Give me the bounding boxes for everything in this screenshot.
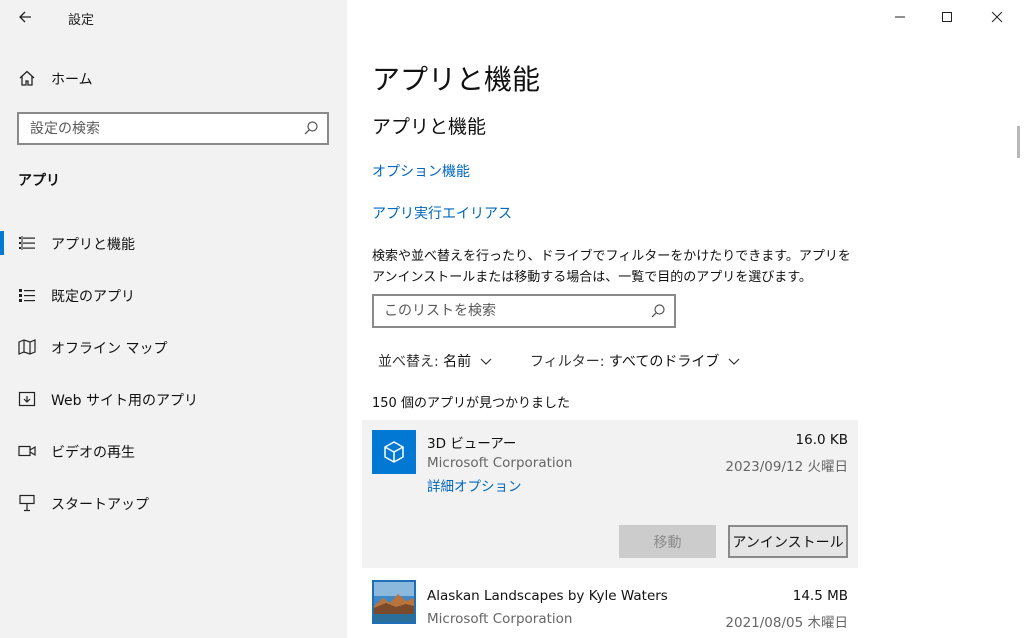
video-playback-icon xyxy=(18,445,36,457)
sidebar-item-startup[interactable]: スタートアップ xyxy=(0,485,347,521)
sidebar-item-label: Web サイト用のアプリ xyxy=(51,393,198,409)
app-size: 14.5 MB xyxy=(792,588,848,604)
app-name: Alaskan Landscapes by Kyle Waters xyxy=(427,588,668,604)
advanced-options-link[interactable]: 詳細オプション xyxy=(427,475,522,495)
sidebar-item-label: スタートアップ xyxy=(51,497,149,513)
chevron-down-icon xyxy=(480,358,492,365)
move-button: 移動 xyxy=(619,525,716,558)
scrollbar[interactable] xyxy=(1017,126,1020,158)
description-text: 検索や並べ替えを行ったり、ドライブでフィルターをかけたりできます。アプリをアンイ… xyxy=(372,249,851,285)
sidebar-item-video-playback[interactable]: ビデオの再生 xyxy=(0,433,347,469)
app-list-item[interactable]: 3D ビューアー Microsoft Corporation 16.0 KB 2… xyxy=(362,420,858,568)
3d-viewer-app-icon xyxy=(372,430,416,474)
app-count: 150 個のアプリが見つかりました xyxy=(372,396,570,411)
close-icon xyxy=(991,11,1003,23)
sidebar-item-offline-maps[interactable]: オフライン マップ xyxy=(0,329,347,365)
minimize-icon xyxy=(895,16,905,18)
sidebar-item-apps-features[interactable]: アプリと機能 xyxy=(0,225,347,261)
app-install-date: 2021/08/05 木曜日 xyxy=(725,615,848,631)
apps-for-websites-icon xyxy=(18,391,36,407)
startup-icon xyxy=(19,494,35,512)
settings-search-input[interactable] xyxy=(19,114,289,143)
settings-search xyxy=(17,112,329,145)
cube-icon xyxy=(384,441,404,463)
title-bar: 設定 xyxy=(0,0,347,34)
back-button[interactable] xyxy=(10,4,40,30)
maximize-button[interactable] xyxy=(924,0,970,34)
page-title: アプリと機能 xyxy=(372,63,541,96)
app-install-date: 2023/09/12 火曜日 xyxy=(725,459,848,475)
uninstall-button[interactable]: アンインストール xyxy=(728,525,848,558)
back-arrow-icon xyxy=(19,11,31,23)
sort-dropdown[interactable]: 並べ替え: 名前 xyxy=(378,351,493,371)
maximize-icon xyxy=(942,12,952,22)
sidebar-item-default-apps[interactable]: 既定のアプリ xyxy=(0,277,347,313)
app-name: 3D ビューアー xyxy=(427,436,517,452)
offline-maps-icon xyxy=(18,339,36,355)
app-execution-alias-link[interactable]: アプリ実行エイリアス xyxy=(372,203,512,223)
app-publisher: Microsoft Corporation xyxy=(427,611,573,627)
close-button[interactable] xyxy=(974,0,1020,34)
home-label: ホーム xyxy=(51,72,93,88)
app-publisher: Microsoft Corporation xyxy=(427,455,573,471)
chevron-down-icon xyxy=(728,358,740,365)
default-apps-icon xyxy=(19,289,35,302)
sort-key: 並べ替え: xyxy=(378,354,439,370)
selection-indicator xyxy=(0,231,4,255)
app-list-item[interactable]: Alaskan Landscapes by Kyle Waters Micros… xyxy=(362,576,858,638)
app-list-search xyxy=(372,294,676,328)
filter-value: すべてのドライブ xyxy=(608,354,720,370)
home-icon xyxy=(19,70,35,86)
apps-features-icon xyxy=(19,236,35,250)
landscape-app-icon xyxy=(372,580,416,624)
sidebar-item-apps-for-websites[interactable]: Web サイト用のアプリ xyxy=(0,381,347,417)
app-size: 16.0 KB xyxy=(795,432,848,448)
window-title: 設定 xyxy=(68,13,95,28)
sidebar-item-label: オフライン マップ xyxy=(51,341,168,357)
sidebar-item-label: アプリと機能 xyxy=(51,237,135,253)
landscape-thumbnail xyxy=(372,580,416,624)
sidebar-item-label: 既定のアプリ xyxy=(51,289,135,305)
app-list-search-input[interactable] xyxy=(374,296,636,326)
filter-dropdown[interactable]: フィルター: すべてのドライブ xyxy=(530,351,741,371)
minimize-button[interactable] xyxy=(877,0,923,34)
sidebar: 設定 ホーム アプリ アプリと機能 既定のアプリ オフライン マップ Web サ… xyxy=(0,0,347,638)
filter-key: フィルター: xyxy=(530,354,605,370)
search-icon[interactable] xyxy=(303,120,319,136)
main-pane: アプリと機能 アプリと機能 オプション機能 アプリ実行エイリアス 検索や並べ替え… xyxy=(347,0,1024,638)
sort-value: 名前 xyxy=(443,354,472,370)
sidebar-item-label: ビデオの再生 xyxy=(51,445,135,461)
optional-features-link[interactable]: オプション機能 xyxy=(372,161,470,181)
section-heading: アプリ xyxy=(18,173,60,189)
search-icon[interactable] xyxy=(650,303,666,319)
section-title: アプリと機能 xyxy=(372,116,487,138)
home-nav-item[interactable]: ホーム xyxy=(0,60,347,96)
